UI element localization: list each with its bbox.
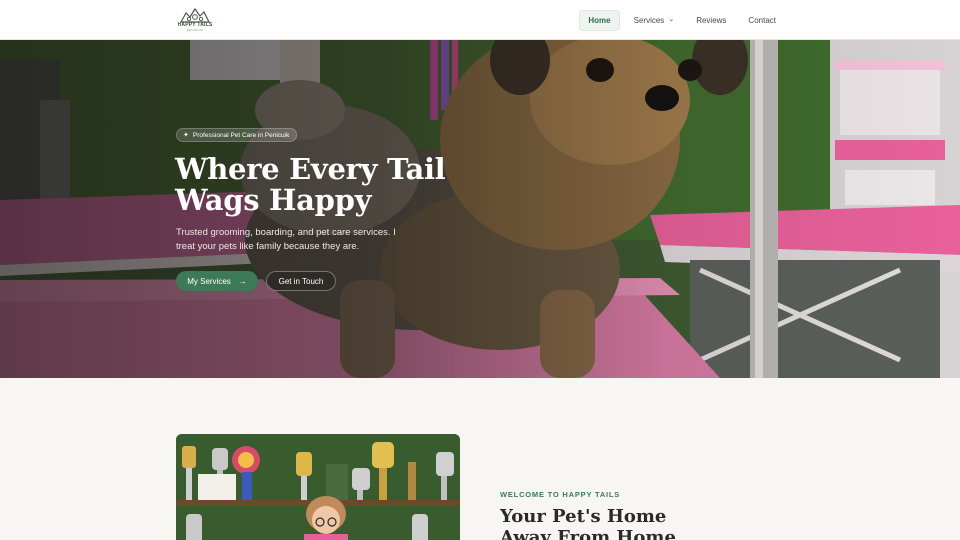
- trophy-shelf-photo: [176, 434, 460, 540]
- hero-title-line-2: Wags Happy: [175, 183, 372, 217]
- logo-location: PENICUIK: [186, 28, 204, 32]
- nav-home-label: Home: [588, 15, 611, 25]
- nav-services[interactable]: Services ⌄: [626, 11, 683, 30]
- site-header: HAPPY TAILS PENICUIK Home Services ⌄ Rev…: [0, 0, 960, 40]
- nav-home[interactable]: Home: [579, 9, 620, 31]
- logo[interactable]: HAPPY TAILS PENICUIK: [176, 5, 214, 35]
- get-in-touch-button[interactable]: Get in Touch: [266, 271, 336, 291]
- sparkle-icon: ✦: [183, 131, 189, 139]
- welcome-title: Your Pet's Home Away From Home: [500, 506, 676, 540]
- nav-services-label: Services: [633, 15, 665, 25]
- nav-reviews[interactable]: Reviews: [688, 11, 734, 30]
- nav-reviews-label: Reviews: [696, 15, 727, 25]
- main-nav: Home Services ⌄ Reviews Contact: [579, 9, 784, 31]
- chevron-down-icon: ⌄: [668, 16, 675, 23]
- hero-section: ✦ Professional Pet Care in Penicuik Wher…: [0, 40, 960, 378]
- hero-title: Where Every Tail Wags Happy: [175, 154, 475, 216]
- my-services-label: My Services: [187, 276, 231, 286]
- nav-contact[interactable]: Contact: [740, 11, 784, 30]
- logo-mark-icon: [179, 7, 210, 23]
- arrow-right-icon: →: [238, 276, 247, 286]
- hero-overlay: [0, 40, 960, 378]
- welcome-photo: [176, 434, 460, 540]
- welcome-eyebrow: WELCOME TO HAPPY TAILS: [500, 490, 621, 499]
- hero-title-line-1: Where Every Tail: [175, 152, 446, 186]
- hero-subtitle: Trusted grooming, boarding, and pet care…: [176, 227, 396, 252]
- hero-badge-text: Professional Pet Care in Penicuik: [192, 131, 290, 139]
- get-in-touch-label: Get in Touch: [278, 276, 324, 286]
- nav-contact-label: Contact: [748, 15, 776, 25]
- hero-badge: ✦ Professional Pet Care in Penicuik: [176, 128, 298, 142]
- my-services-button[interactable]: My Services →: [176, 271, 258, 291]
